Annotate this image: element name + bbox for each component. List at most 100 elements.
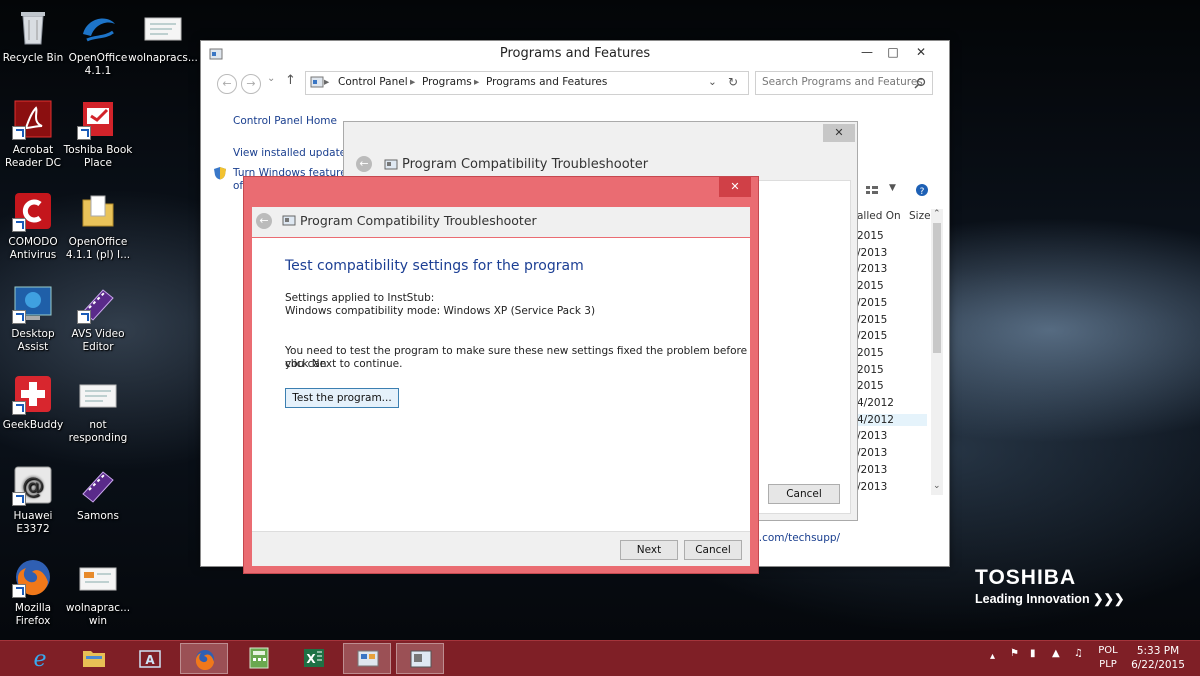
show-hidden-icons[interactable]: ▴	[990, 651, 995, 662]
next-button[interactable]: Next	[620, 540, 678, 560]
taskbar-excel[interactable]: X	[290, 643, 338, 674]
install-date-cell[interactable]: 2015	[857, 380, 884, 392]
volume-icon[interactable]: ♫	[1074, 648, 1083, 659]
scroll-down-icon[interactable]: ⌄	[933, 481, 941, 491]
desktop-icon-acrobat[interactable]: Acrobat Reader DC	[0, 98, 70, 170]
test-program-button[interactable]: Test the program...	[285, 388, 399, 408]
desktop-icon-openoffice[interactable]: OpenOffice 4.1.1	[61, 6, 135, 78]
back-icon[interactable]: ←	[217, 74, 237, 94]
install-date-cell[interactable]: 2015	[857, 347, 884, 359]
install-date-cell[interactable]: 4/2012	[857, 397, 894, 409]
desktop-icon-avs-video[interactable]: AVS Video Editor	[61, 282, 135, 354]
desktop-icon-not-responding[interactable]: not responding	[61, 373, 135, 445]
search-box[interactable]: Search Programs and Features	[755, 71, 933, 95]
desktop-icon-firefox[interactable]: Mozilla Firefox	[0, 556, 70, 628]
up-icon[interactable]: ↑	[285, 73, 296, 88]
shortcut-arrow-icon	[12, 310, 26, 324]
recent-locations-icon[interactable]: ⌄	[267, 73, 275, 84]
breadcrumb-programs-and-features[interactable]: Programs and Features	[486, 76, 607, 88]
breadcrumb-chevron-icon: ▸	[474, 76, 480, 88]
column-header-installed-on[interactable]: alled On	[857, 210, 901, 222]
scroll-up-icon[interactable]: ⌃	[933, 209, 941, 219]
taskbar-firefox[interactable]	[180, 643, 228, 674]
minimize-button[interactable]: —	[855, 45, 879, 59]
install-date-cell[interactable]: 4/2012	[857, 413, 927, 426]
install-date-cell[interactable]: /2013	[857, 464, 887, 476]
install-date-cell[interactable]: /2015	[857, 330, 887, 342]
desktop-icon-wolnaprac-win[interactable]: wolnaprac... win	[61, 556, 135, 628]
list-scrollbar[interactable]: ⌃ ⌄	[931, 209, 943, 495]
flag-icon[interactable]: ⚑	[1010, 648, 1019, 659]
video-editor-icon	[77, 464, 119, 506]
openoffice-icon	[77, 6, 119, 48]
breadcrumb-control-panel[interactable]: Control Panel	[338, 76, 408, 88]
forward-icon[interactable]: →	[241, 74, 261, 94]
install-date-cell[interactable]: 2015	[857, 230, 884, 242]
search-input[interactable]: Search Programs and Features	[762, 76, 923, 88]
desktop-icon-openoffice-pl[interactable]: OpenOffice 4.1.1 (pl) I...	[61, 190, 135, 262]
address-bar[interactable]: ▸ Control Panel ▸ Programs ▸ Programs an…	[305, 71, 749, 95]
desktop-icon-huawei[interactable]: @ Huawei E3372	[0, 464, 70, 536]
install-date-cell[interactable]: 2015	[857, 364, 884, 376]
sidebar-link-installed-updates[interactable]: View installed updates	[233, 147, 352, 159]
column-header-size[interactable]: Size	[909, 210, 931, 222]
search-icon[interactable]	[914, 77, 926, 89]
install-date-cell[interactable]: /2013	[857, 263, 887, 275]
svg-text:?: ?	[920, 187, 925, 197]
signal-icon[interactable]: ▲	[1052, 648, 1060, 659]
install-date-cell[interactable]: /2015	[857, 297, 887, 309]
install-date-cell[interactable]: /2013	[857, 247, 887, 259]
clock[interactable]: 5:33 PM 6/22/2015	[1122, 644, 1194, 672]
recycle-bin-icon	[12, 6, 54, 48]
support-link[interactable]: c.com/techsupp/	[753, 532, 840, 544]
svg-text:X: X	[306, 652, 316, 666]
desktop-icon-bookplace[interactable]: Toshiba Book Place	[61, 98, 135, 170]
close-icon[interactable]: ✕	[823, 124, 855, 142]
back-arrow-icon[interactable]: ←	[356, 156, 372, 172]
install-date-cell[interactable]: /2013	[857, 481, 887, 493]
taskbar-troubleshooter[interactable]	[396, 643, 444, 674]
input-language[interactable]: POL PLP	[1094, 644, 1122, 672]
desktop-icon-geekbuddy[interactable]: GeekBuddy	[0, 373, 70, 432]
taskbar-app-store[interactable]: A	[126, 643, 174, 674]
dropdown-chevron-icon[interactable]: ⌄	[708, 76, 717, 88]
breadcrumb-programs[interactable]: Programs	[422, 76, 472, 88]
shield-icon	[214, 167, 226, 180]
battery-icon[interactable]: ▮	[1030, 648, 1036, 659]
troubleshooter-dialog[interactable]: ✕ ← Program Compatibility Troubleshooter…	[243, 176, 759, 574]
scrollbar-thumb[interactable]	[933, 223, 941, 353]
shortcut-arrow-icon	[12, 126, 26, 140]
install-date-cell[interactable]: /2013	[857, 430, 887, 442]
desktop-icon-label: COMODO Antivirus	[8, 236, 58, 261]
back-arrow-icon[interactable]: ←	[256, 213, 272, 229]
bookplace-icon	[77, 98, 119, 140]
desktop-icon-desktop-assist[interactable]: Desktop Assist	[0, 282, 70, 354]
desktop-icon-wolnapracs[interactable]: wolnapracs...	[126, 6, 200, 65]
desktop-icon-recycle-bin[interactable]: Recycle Bin	[0, 6, 70, 65]
taskbar-calculator[interactable]	[235, 643, 283, 674]
refresh-icon[interactable]: ↻	[728, 75, 738, 89]
cancel-button[interactable]: Cancel	[684, 540, 742, 560]
desktop-icon-label: Huawei E3372	[13, 510, 53, 535]
install-date-cell[interactable]: /2013	[857, 447, 887, 459]
taskbar-file-explorer[interactable]	[70, 643, 118, 674]
close-icon[interactable]: ✕	[719, 177, 751, 197]
sidebar-link-control-panel-home[interactable]: Control Panel Home	[233, 115, 337, 127]
view-dropdown-icon[interactable]: ▼	[889, 183, 896, 193]
comodo-icon	[12, 190, 54, 232]
install-date-cell[interactable]: 2015	[857, 280, 884, 292]
desktop-icon-comodo[interactable]: COMODO Antivirus	[0, 190, 70, 262]
cancel-button[interactable]: Cancel	[768, 484, 840, 504]
taskbar-control-panel[interactable]	[343, 643, 391, 674]
help-icon[interactable]: ?	[915, 183, 929, 197]
window-titlebar[interactable]: Programs and Features — □ ✕	[201, 41, 949, 69]
close-button[interactable]: ✕	[909, 45, 933, 59]
language-code: POL	[1098, 645, 1118, 656]
install-date-cell[interactable]: /2015	[857, 314, 887, 326]
sidebar-link-windows-features-cont[interactable]: of	[233, 180, 243, 192]
taskbar-internet-explorer[interactable]: e	[16, 643, 64, 674]
view-options-icon[interactable]	[865, 185, 879, 197]
control-panel-icon	[357, 650, 379, 667]
desktop-icon-samons[interactable]: Samons	[61, 464, 135, 523]
maximize-button[interactable]: □	[881, 45, 905, 59]
